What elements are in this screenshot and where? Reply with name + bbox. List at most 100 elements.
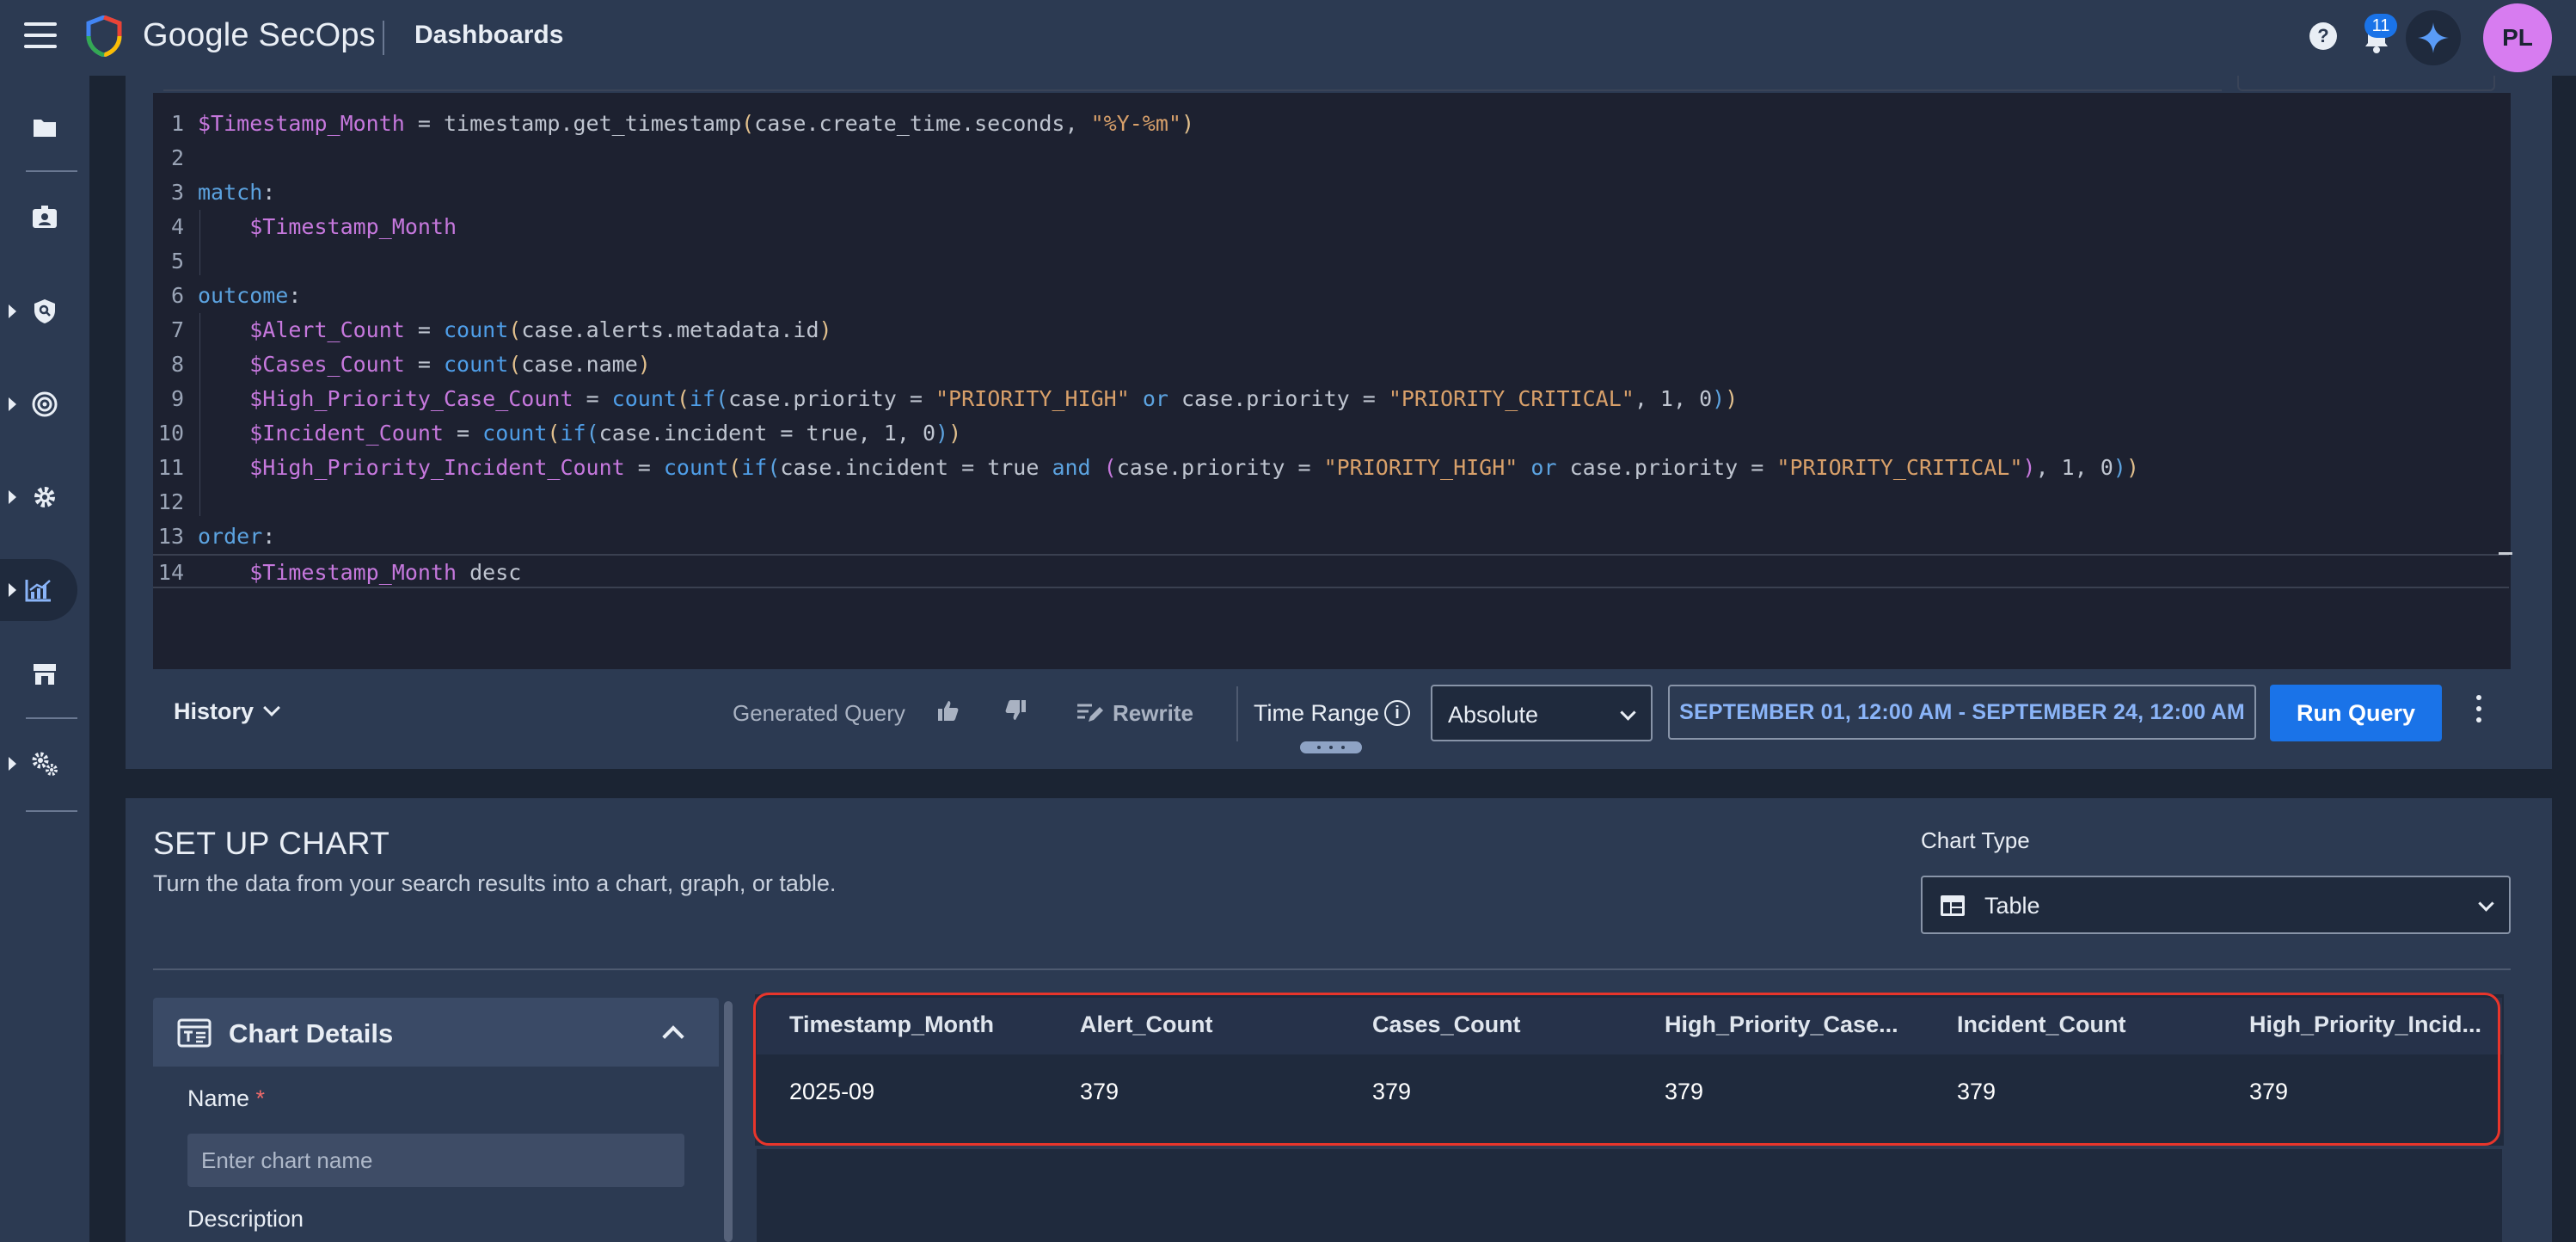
line-number: 6 (170, 283, 184, 308)
code-token: case.incident = true (780, 455, 1052, 480)
code-line[interactable]: 7 $Alert_Count = count(case.alerts.metad… (153, 313, 2509, 347)
nav-threat-radar[interactable] (0, 373, 89, 435)
column-header[interactable]: High_Priority_Case... (1665, 1011, 1940, 1038)
code-token: if (690, 386, 716, 411)
table-cell: 2025-09 (789, 1079, 875, 1104)
thumbs-up-icon[interactable] (935, 698, 960, 722)
gemini-assistant-button[interactable] (2406, 10, 2461, 65)
code-token: case.create_time.seconds, (754, 111, 1091, 136)
code-token: "PRIORITY_HIGH" (935, 386, 1130, 411)
main-menu-icon[interactable] (24, 22, 57, 52)
history-dropdown[interactable]: History (174, 698, 280, 725)
code-token: ) (1712, 386, 1726, 411)
code-token: = (573, 386, 612, 411)
thumbs-down-icon[interactable] (1004, 698, 1028, 722)
code-line[interactable]: 5 (153, 244, 2509, 279)
code-token: ) (948, 421, 962, 446)
code-token: if (741, 455, 768, 480)
line-number: 8 (170, 352, 184, 377)
rewrite-button[interactable]: Rewrite (1076, 700, 1193, 727)
code-token: "PRIORITY_HIGH" (1323, 455, 1518, 480)
expand-caret-icon (9, 304, 16, 318)
code-token: or (1142, 386, 1168, 411)
code-line[interactable]: 1 $Timestamp_Month = timestamp.get_timest… (153, 107, 2509, 141)
code-line[interactable]: 10 $Incident_Count = count(if(case.incid… (153, 416, 2509, 451)
column-header[interactable]: Timestamp_Month (789, 1011, 1064, 1038)
column-header[interactable]: Alert_Count (1080, 1011, 1355, 1038)
code-line[interactable]: 14 $Timestamp_Month desc (153, 554, 2509, 588)
generated-query-label: Generated Query (733, 700, 905, 726)
chart-name-input[interactable] (187, 1134, 684, 1187)
chart-details-icon (177, 1018, 212, 1048)
code-token: outcome (198, 283, 289, 308)
column-header[interactable]: High_Priority_Incid... (2249, 1011, 2492, 1038)
code-line[interactable]: 12 (153, 485, 2509, 520)
edit-lines-icon (1077, 704, 1103, 722)
nav-marketplace[interactable] (0, 643, 89, 705)
time-mode-select[interactable]: Absolute (1431, 685, 1653, 741)
code-token: ( (508, 317, 522, 342)
line-number: 2 (170, 145, 184, 170)
table-cell: 379 (1665, 1079, 1704, 1104)
editor-scroll-marker[interactable] (2499, 552, 2512, 555)
details-scrollbar[interactable] (724, 1001, 733, 1242)
code-line[interactable]: 6 outcome: (153, 279, 2509, 313)
code-token: $Timestamp_Month (249, 560, 457, 585)
line-number: 13 (157, 524, 184, 549)
help-icon[interactable]: ? (2309, 22, 2337, 50)
code-text: $Cases_Count = count(case.name) (198, 347, 651, 382)
table-cell: 379 (1372, 1079, 1412, 1104)
code-line[interactable]: 11 $High_Priority_Incident_Count = count… (153, 451, 2509, 485)
run-query-button[interactable]: Run Query (2270, 685, 2442, 741)
editor-side-tab[interactable] (2237, 76, 2495, 91)
code-token: ( (586, 421, 599, 446)
code-text: $Timestamp_Month (198, 210, 457, 244)
chart-type-select[interactable]: Table (1921, 876, 2511, 934)
code-token: ) (935, 421, 949, 446)
code-line[interactable]: 8 $Cases_Count = count(case.name) (153, 347, 2509, 382)
resize-drag-handle[interactable] (1300, 741, 1362, 753)
column-header[interactable]: Incident_Count (1957, 1011, 2232, 1038)
rewrite-label: Rewrite (1113, 700, 1193, 726)
code-token: = (444, 421, 483, 446)
rail-divider (26, 717, 77, 719)
line-number: 10 (157, 421, 184, 446)
shield-search-icon (34, 299, 55, 323)
code-token: or (1530, 455, 1557, 480)
expand-caret-icon (9, 757, 16, 771)
code-token: ) (2113, 455, 2126, 480)
name-label-text: Name (187, 1085, 250, 1111)
nav-detection[interactable] (0, 280, 89, 342)
nav-dashboards[interactable] (0, 559, 77, 621)
code-token: count (663, 455, 729, 480)
nav-admin[interactable] (0, 733, 89, 795)
code-token: ( (1103, 455, 1117, 480)
folder-icon (34, 120, 56, 137)
more-options-icon[interactable] (2476, 695, 2483, 729)
code-line[interactable]: 3 match: (153, 175, 2509, 210)
code-token: ( (508, 352, 522, 377)
info-icon[interactable]: i (1384, 700, 1410, 726)
nav-alerts[interactable] (0, 186, 89, 248)
expand-caret-icon (9, 490, 16, 504)
code-token: ( (728, 455, 742, 480)
nav-cases[interactable] (0, 96, 89, 158)
user-avatar[interactable]: PL (2483, 3, 2552, 72)
code-line[interactable]: 9 $High_Priority_Case_Count = count(if(c… (153, 382, 2509, 416)
code-text: $High_Priority_Case_Count = count(if(cas… (198, 382, 1738, 416)
table-cell: 379 (1080, 1079, 1119, 1104)
history-label: History (174, 698, 255, 724)
store-icon (34, 664, 56, 685)
column-header[interactable]: Cases_Count (1372, 1011, 1647, 1038)
nav-settings[interactable] (0, 466, 89, 528)
date-range-picker[interactable]: SEPTEMBER 01, 12:00 AM - SEPTEMBER 24, 1… (1668, 685, 2256, 740)
time-mode-value: Absolute (1448, 702, 1539, 728)
code-line[interactable]: 13 order: (153, 520, 2509, 554)
code-token: ( (767, 455, 781, 480)
code-line[interactable]: 2 (153, 141, 2509, 175)
results-table-body-area (757, 1149, 2502, 1242)
code-line[interactable]: 4 $Timestamp_Month (153, 210, 2509, 244)
